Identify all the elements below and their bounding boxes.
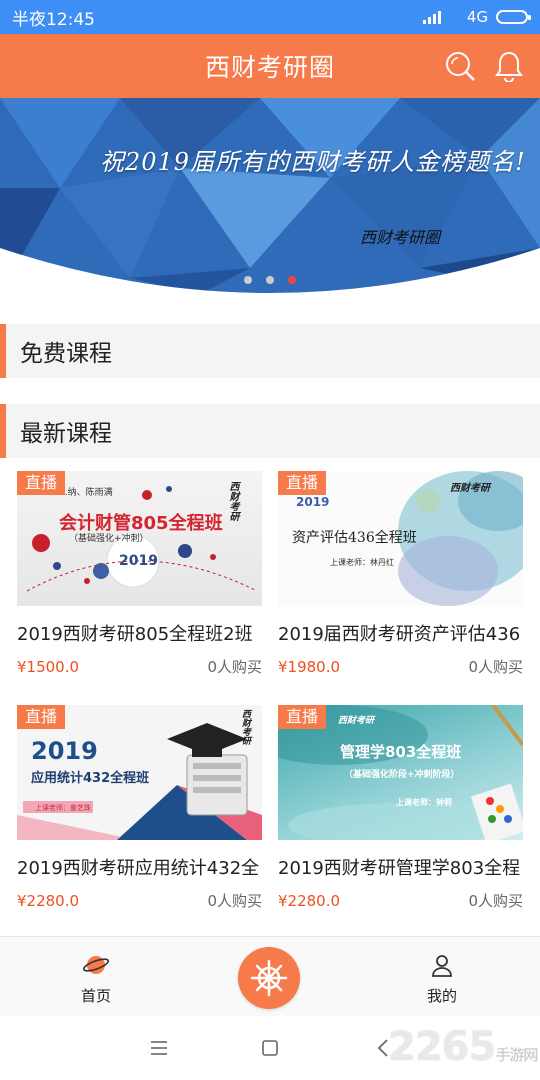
banner-headline: 祝2019届所有的西财考研人金榜题名! bbox=[100, 148, 526, 176]
thumbnail-brand: 西财考研 bbox=[227, 481, 238, 521]
thumbnail-heading: 管理学803全程班 bbox=[340, 743, 462, 761]
course-card[interactable]: 会计财管805全程班 （基础强化+冲刺） ...纳、陈雨满 2019 西财考研 … bbox=[17, 471, 262, 677]
thumbnail-teacher: 上课老师：钟莉 bbox=[396, 798, 452, 807]
carousel-dot[interactable] bbox=[266, 276, 274, 284]
live-badge: 直播 bbox=[17, 705, 66, 729]
thumbnail-year: 2019 bbox=[119, 553, 158, 569]
course-thumbnail[interactable]: 管理学803全程班 （基础强化阶段+冲刺阶段） 上课老师：钟莉 西财考研 直播 bbox=[278, 705, 523, 840]
thumbnail-year: 2019 bbox=[31, 737, 98, 765]
watermark-logo: 2265手游网 bbox=[388, 1024, 538, 1070]
thumbnail-teachers: ...纳、陈雨满 bbox=[59, 488, 113, 498]
app-header: 西财考研圈 bbox=[0, 34, 540, 98]
bottom-nav: 首页 我的 bbox=[0, 936, 540, 1016]
nav-mine[interactable]: 我的 bbox=[402, 953, 482, 1006]
watermark-text: 2265 bbox=[388, 1024, 496, 1070]
helm-icon bbox=[250, 959, 288, 997]
latest-courses-header: 最新课程 bbox=[0, 404, 540, 458]
promo-banner[interactable]: 祝2019届所有的西财考研人金榜题名! 西财考研圈 bbox=[0, 98, 540, 294]
page-title: 西财考研圈 bbox=[204, 53, 335, 82]
thumbnail-sub: （基础强化阶段+冲刺阶段） bbox=[344, 770, 460, 780]
course-price: ¥2280.0 bbox=[17, 891, 80, 910]
course-title[interactable]: 2019西财考研应用统计432全 bbox=[17, 854, 267, 880]
carousel-indicator[interactable] bbox=[244, 276, 296, 284]
thumbnail-heading: 资产评估436全程班 bbox=[292, 530, 417, 546]
status-time: 半夜12:45 bbox=[12, 9, 95, 30]
user-icon bbox=[432, 955, 452, 977]
course-buyers: 0人购买 bbox=[468, 892, 523, 910]
course-buyers: 0人购买 bbox=[468, 658, 523, 676]
course-price: ¥1980.0 bbox=[278, 657, 341, 676]
section-title: 免费课程 bbox=[20, 341, 112, 367]
carousel-dot-active[interactable] bbox=[288, 276, 296, 284]
nav-home-label: 首页 bbox=[80, 987, 111, 1005]
center-action-button[interactable] bbox=[238, 947, 300, 1009]
thumbnail-brand: 西财考研 bbox=[450, 483, 490, 494]
live-badge: 直播 bbox=[278, 471, 327, 495]
live-badge: 直播 bbox=[17, 471, 66, 495]
course-price: ¥2280.0 bbox=[278, 891, 341, 910]
banner-signature: 西财考研圈 bbox=[360, 228, 441, 247]
thumbnail-year: 2019 bbox=[296, 495, 330, 509]
course-title[interactable]: 2019西财考研管理学803全程 bbox=[278, 854, 528, 880]
course-card[interactable]: 管理学803全程班 （基础强化阶段+冲刺阶段） 上课老师：钟莉 西财考研 直播 … bbox=[278, 705, 523, 911]
network-label: 4G bbox=[466, 8, 488, 26]
thumbnail-sub: （基础强化+冲刺） bbox=[69, 534, 149, 544]
planet-icon bbox=[82, 956, 110, 974]
home-square-icon[interactable] bbox=[261, 1039, 279, 1057]
free-courses-header[interactable]: 免费课程 bbox=[0, 324, 540, 378]
course-card[interactable]: 2019 应用统计432全程班 上课老师：姜艺珠 西财考研 直播 2019 西财考… bbox=[17, 705, 262, 911]
course-buyers: 0人购买 bbox=[207, 892, 262, 910]
battery-icon bbox=[496, 10, 531, 24]
status-bar: 半夜12:45 4G bbox=[0, 0, 540, 34]
course-price: ¥1500.0 bbox=[17, 657, 80, 676]
banner-background bbox=[0, 98, 540, 294]
course-title[interactable]: 2019届西财考研资产评估436 bbox=[278, 620, 528, 646]
course-title[interactable]: 2019西财考研805全程班2班 bbox=[17, 620, 267, 646]
thumbnail-brand: 西财考研 bbox=[240, 709, 250, 745]
course-thumbnail[interactable]: 2019 应用统计432全程班 上课老师：姜艺珠 西财考研 直播 bbox=[17, 705, 262, 840]
signal-icon bbox=[422, 10, 441, 24]
watermark-suffix: 手游网 bbox=[495, 1046, 538, 1064]
nav-home[interactable]: 首页 bbox=[56, 953, 136, 1006]
thumbnail-brand: 西财考研 bbox=[338, 716, 375, 726]
carousel-dot[interactable] bbox=[244, 276, 252, 284]
thumbnail-heading: 应用统计432全程班 bbox=[31, 771, 150, 786]
course-thumbnail[interactable]: 2019 资产评估436全程班 上课老师：林丹红 西财考研 直播 bbox=[278, 471, 523, 606]
course-card[interactable]: 2019 资产评估436全程班 上课老师：林丹红 西财考研 直播 2019届西财… bbox=[278, 471, 523, 677]
course-buyers: 0人购买 bbox=[207, 658, 262, 676]
search-icon[interactable] bbox=[444, 50, 476, 82]
course-thumbnail[interactable]: 会计财管805全程班 （基础强化+冲刺） ...纳、陈雨满 2019 西财考研 … bbox=[17, 471, 262, 606]
thumbnail-teacher: 上课老师：林丹红 bbox=[330, 558, 394, 567]
app-screen: { "status_bar": {"time": "半夜12:45", "net… bbox=[0, 0, 540, 1080]
thumbnail-teacher: 上课老师：姜艺珠 bbox=[35, 804, 91, 812]
live-badge: 直播 bbox=[278, 705, 327, 729]
bell-icon[interactable] bbox=[494, 50, 524, 82]
section-title: 最新课程 bbox=[20, 421, 112, 447]
nav-mine-label: 我的 bbox=[426, 987, 457, 1005]
menu-icon[interactable] bbox=[149, 1040, 169, 1056]
